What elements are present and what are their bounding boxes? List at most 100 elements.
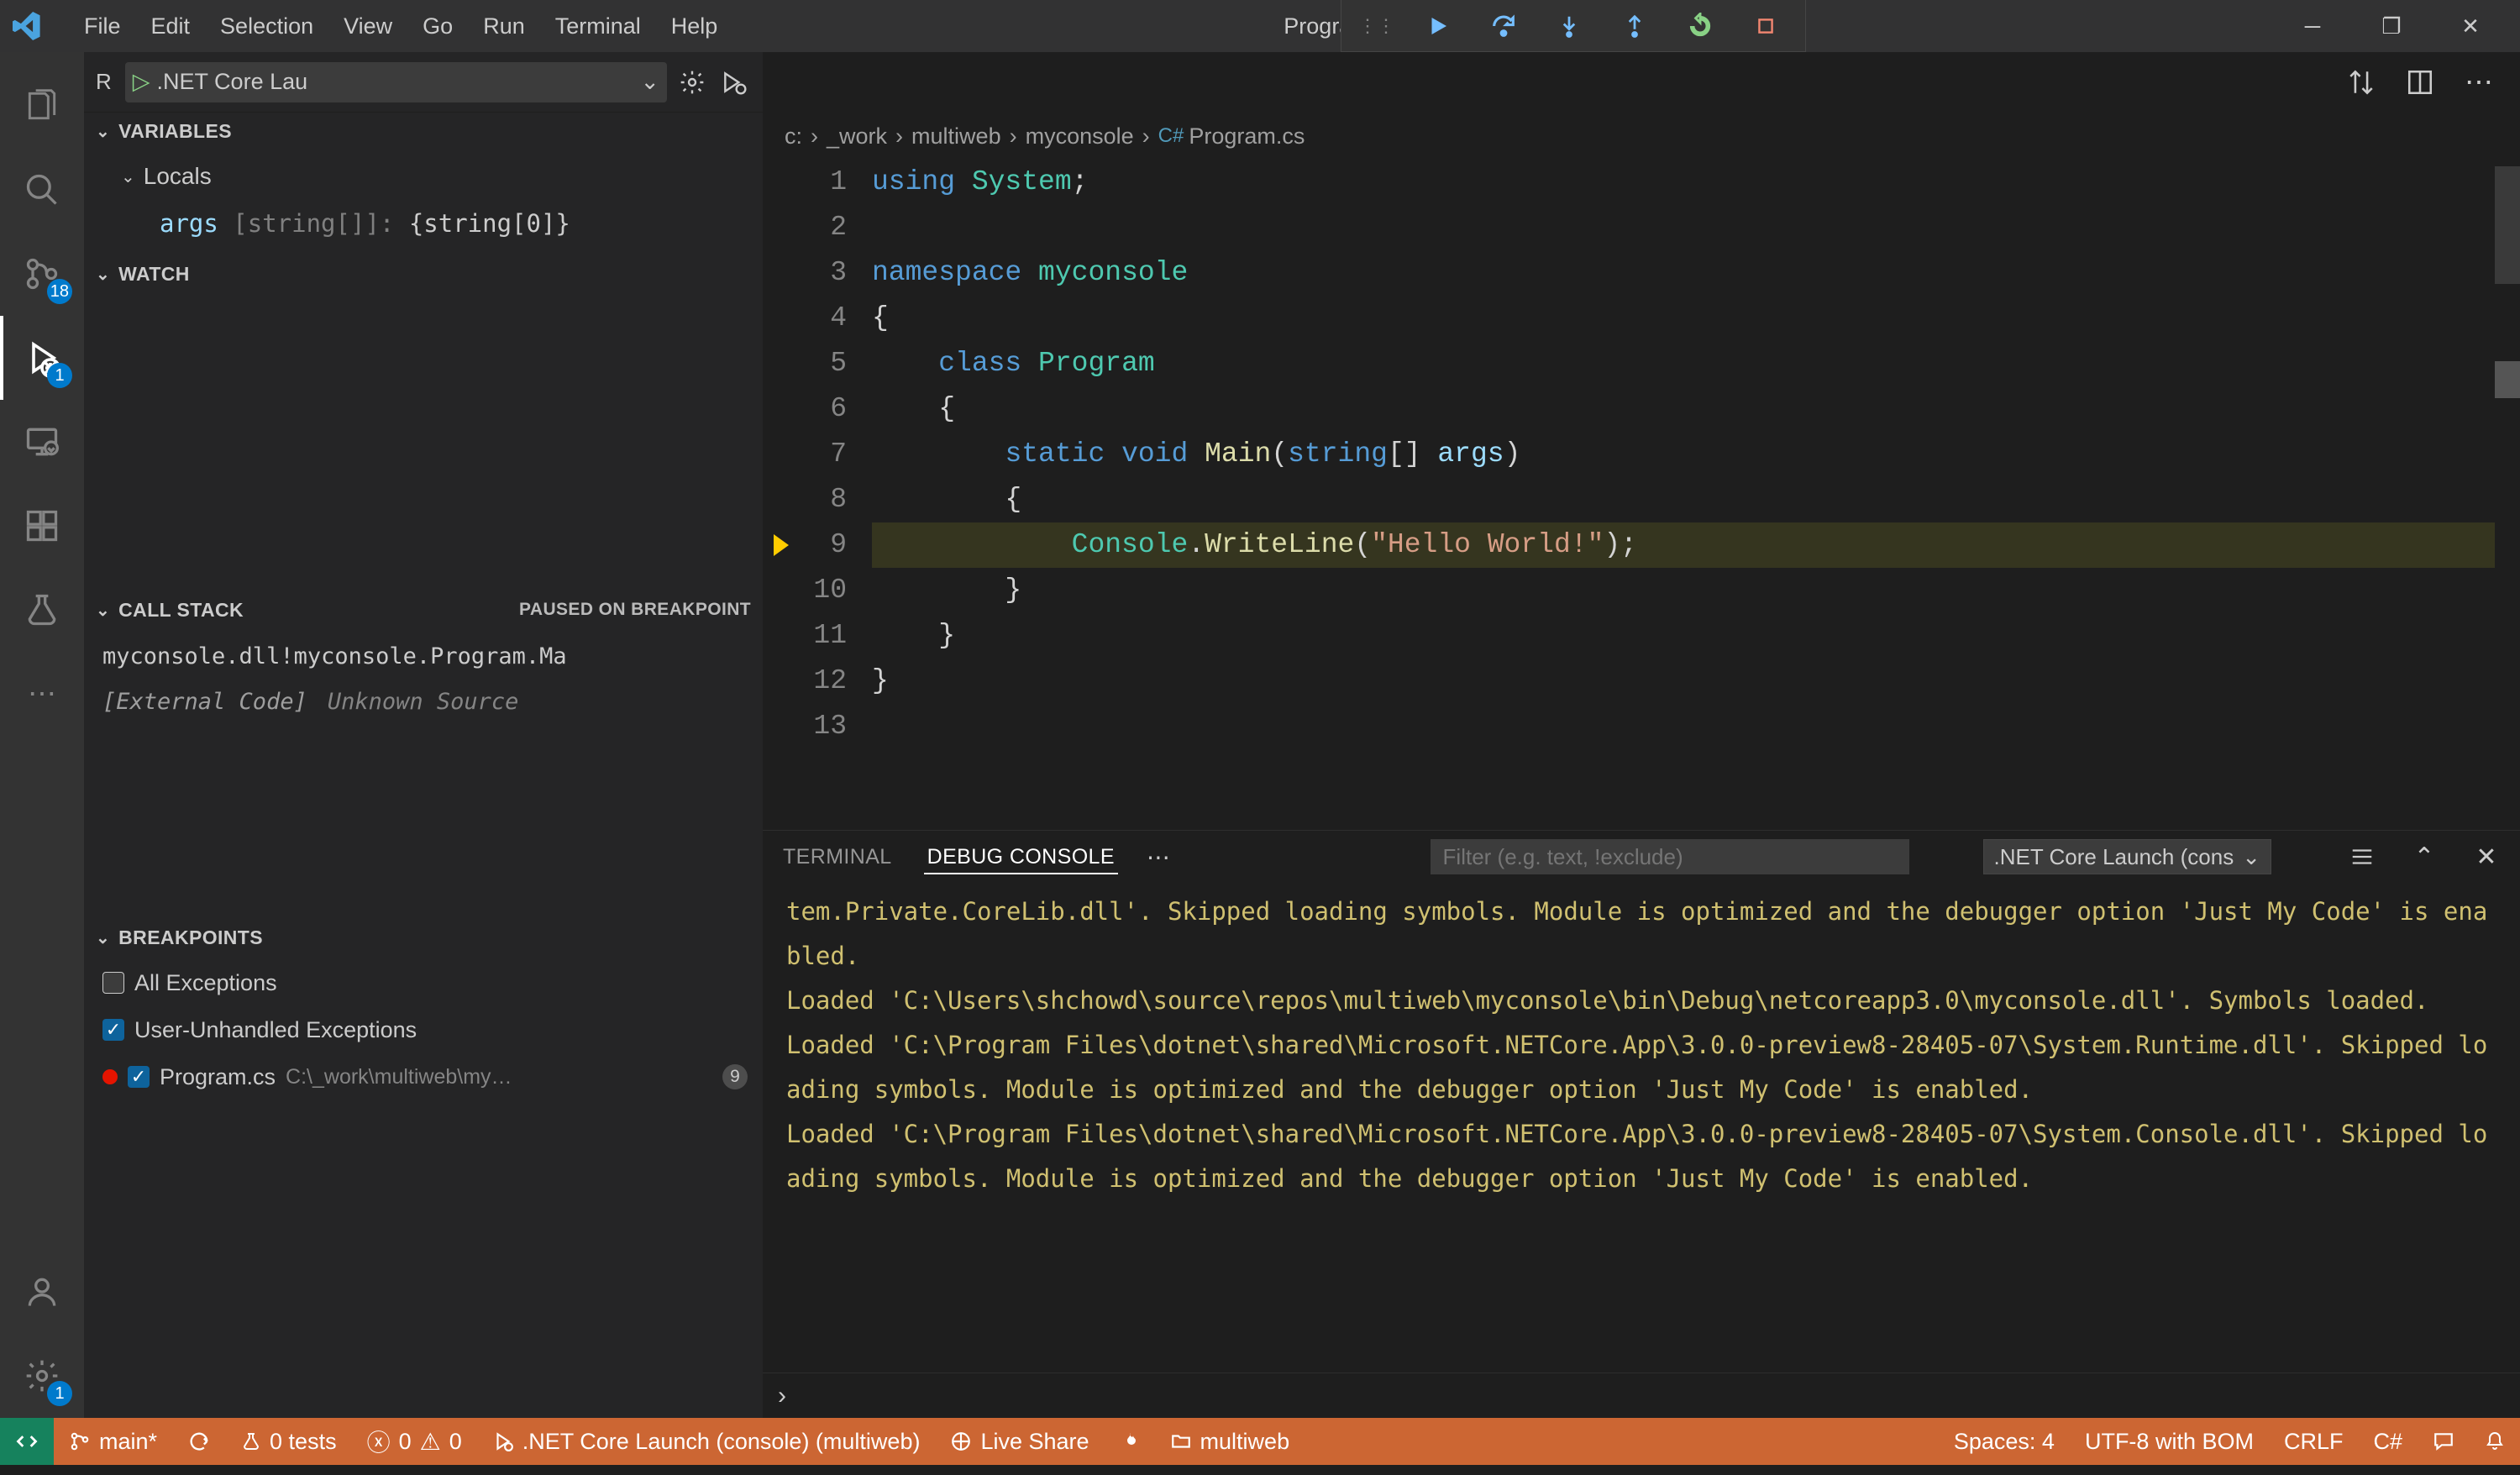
code-line[interactable]: static void Main(string[] args): [872, 432, 2495, 477]
code-line[interactable]: using System;: [872, 160, 2495, 205]
run-debug-icon[interactable]: 1: [0, 316, 84, 400]
code-line[interactable]: {: [872, 477, 2495, 522]
eol-indicator[interactable]: CRLF: [2269, 1418, 2359, 1465]
code-line[interactable]: class Program: [872, 341, 2495, 386]
tab-debug-console[interactable]: DEBUG CONSOLE: [924, 831, 1118, 883]
close-button[interactable]: ✕: [2431, 1, 2510, 51]
code-line[interactable]: [872, 205, 2495, 250]
status-bar: main* 0 tests ⓧ0 ⚠0 .NET Core Launch (co…: [0, 1418, 2520, 1465]
tab-terminal[interactable]: TERMINAL: [780, 831, 895, 883]
omnisharp-flame-icon[interactable]: [1105, 1418, 1155, 1465]
breakpoint-row[interactable]: ✓User-Unhandled Exceptions: [102, 1006, 748, 1053]
breakpoint-row[interactable]: ✓Program.csC:\_work\multiweb\my…9: [102, 1053, 748, 1100]
editor-area: ⋮⋮: [763, 52, 2520, 1418]
split-editor-icon[interactable]: [2399, 68, 2441, 97]
collapse-panel-icon[interactable]: ⌃: [2407, 842, 2441, 872]
menu-help[interactable]: Help: [656, 8, 733, 45]
close-panel-icon[interactable]: ✕: [2470, 842, 2503, 872]
callstack-header[interactable]: ⌄ CALL STACK PAUSED ON BREAKPOINT: [84, 591, 763, 628]
debug-filter-input[interactable]: [1431, 839, 1909, 874]
code-line[interactable]: }: [872, 568, 2495, 613]
breakpoint-checkbox[interactable]: ✓: [128, 1066, 150, 1088]
tests-indicator[interactable]: 0 tests: [226, 1418, 352, 1465]
code-line[interactable]: [872, 704, 2495, 749]
watch-header[interactable]: ⌄ WATCH: [84, 255, 763, 292]
minimize-button[interactable]: ─: [2273, 1, 2352, 51]
breadcrumbs[interactable]: c:›_work›multiweb›myconsole›C#Program.cs: [763, 113, 2520, 160]
debug-console-prompt[interactable]: ›: [763, 1373, 2520, 1418]
liveshare-indicator[interactable]: Live Share: [935, 1418, 1104, 1465]
settings-gear-icon[interactable]: 1: [0, 1334, 84, 1418]
more-actions-icon[interactable]: ⋯: [2458, 66, 2500, 99]
grip-icon[interactable]: ⋮⋮: [1348, 15, 1405, 37]
remote-indicator[interactable]: [0, 1418, 54, 1465]
extensions-icon[interactable]: [0, 484, 84, 568]
breakpoints-header[interactable]: ⌄ BREAKPOINTS: [84, 919, 763, 956]
breadcrumb-item[interactable]: c:: [785, 123, 802, 150]
step-into-button[interactable]: [1536, 1, 1602, 51]
more-icon[interactable]: ⋯: [0, 652, 84, 736]
account-icon[interactable]: [0, 1250, 84, 1334]
step-out-button[interactable]: [1602, 1, 1667, 51]
debug-console-icon[interactable]: [717, 66, 751, 99]
debug-console-output[interactable]: tem.Private.CoreLib.dll'. Skipped loadin…: [763, 883, 2520, 1373]
gear-icon[interactable]: [675, 66, 709, 99]
callstack-row[interactable]: myconsole.dll!myconsole.Program.Ma: [102, 633, 744, 679]
breadcrumb-item[interactable]: myconsole: [1026, 123, 1134, 150]
language-indicator[interactable]: C#: [2358, 1418, 2418, 1465]
menu-edit[interactable]: Edit: [136, 8, 206, 45]
menu-go[interactable]: Go: [407, 8, 468, 45]
maximize-button[interactable]: ❐: [2352, 1, 2431, 51]
variables-header[interactable]: ⌄ VARIABLES: [84, 113, 763, 150]
locals-row[interactable]: ⌄ Locals: [109, 153, 763, 200]
source-control-icon[interactable]: 18: [0, 232, 84, 316]
debug-toolbar[interactable]: ⋮⋮: [1341, 0, 1806, 52]
feedback-icon[interactable]: [2418, 1418, 2470, 1465]
search-icon[interactable]: [0, 148, 84, 232]
stop-button[interactable]: [1733, 1, 1798, 51]
variable-row[interactable]: args [string[]]: {string[0]}: [109, 200, 763, 247]
menu-file[interactable]: File: [69, 8, 136, 45]
breadcrumb-item[interactable]: Program.cs: [1189, 123, 1305, 150]
callstack-row[interactable]: [External Code]Unknown Source: [102, 679, 744, 724]
menu-view[interactable]: View: [328, 8, 407, 45]
minimap[interactable]: [2495, 160, 2520, 830]
sync-indicator[interactable]: [172, 1418, 226, 1465]
explorer-icon[interactable]: [0, 64, 84, 148]
tests-count: 0 tests: [270, 1429, 337, 1455]
code-line[interactable]: Console.WriteLine("Hello World!");: [872, 522, 2495, 568]
step-over-button[interactable]: [1471, 1, 1536, 51]
problems-indicator[interactable]: ⓧ0 ⚠0: [352, 1418, 477, 1465]
branch-indicator[interactable]: main*: [54, 1418, 172, 1465]
spaces-indicator[interactable]: Spaces: 4: [1939, 1418, 2070, 1465]
menu-run[interactable]: Run: [468, 8, 540, 45]
compare-changes-icon[interactable]: [2340, 68, 2382, 97]
breadcrumb-item[interactable]: multiweb: [911, 123, 1001, 150]
code-line[interactable]: }: [872, 659, 2495, 704]
testing-icon[interactable]: [0, 568, 84, 652]
launch-config-select[interactable]: ▷ .NET Core Lau ⌄: [125, 62, 667, 102]
remote-explorer-icon[interactable]: [0, 400, 84, 484]
activity-bar: 18 1 ⋯ 1: [0, 52, 84, 1418]
continue-button[interactable]: [1405, 1, 1471, 51]
breakpoint-checkbox[interactable]: ✓: [102, 1019, 124, 1041]
clear-console-icon[interactable]: [2345, 844, 2379, 869]
restart-button[interactable]: [1667, 1, 1733, 51]
menu-terminal[interactable]: Terminal: [540, 8, 656, 45]
debug-scope-select[interactable]: .NET Core Launch (cons ⌄: [1983, 839, 2271, 874]
code-line[interactable]: }: [872, 613, 2495, 659]
breadcrumb-item[interactable]: _work: [827, 123, 887, 150]
debug-status-indicator[interactable]: .NET Core Launch (console) (multiweb): [477, 1418, 936, 1465]
breakpoint-checkbox[interactable]: [102, 972, 124, 994]
panel-more-icon[interactable]: ⋯: [1147, 843, 1170, 871]
menu-selection[interactable]: Selection: [205, 8, 328, 45]
breakpoint-label: Program.cs: [160, 1064, 276, 1090]
code-editor[interactable]: 12345678910111213 using System;namespace…: [763, 160, 2520, 830]
breakpoint-row[interactable]: All Exceptions: [102, 959, 748, 1006]
code-line[interactable]: {: [872, 386, 2495, 432]
code-line[interactable]: namespace myconsole: [872, 250, 2495, 296]
folder-indicator[interactable]: multiweb: [1155, 1418, 1305, 1465]
encoding-indicator[interactable]: UTF-8 with BOM: [2070, 1418, 2269, 1465]
code-line[interactable]: {: [872, 296, 2495, 341]
notifications-icon[interactable]: [2470, 1418, 2520, 1465]
